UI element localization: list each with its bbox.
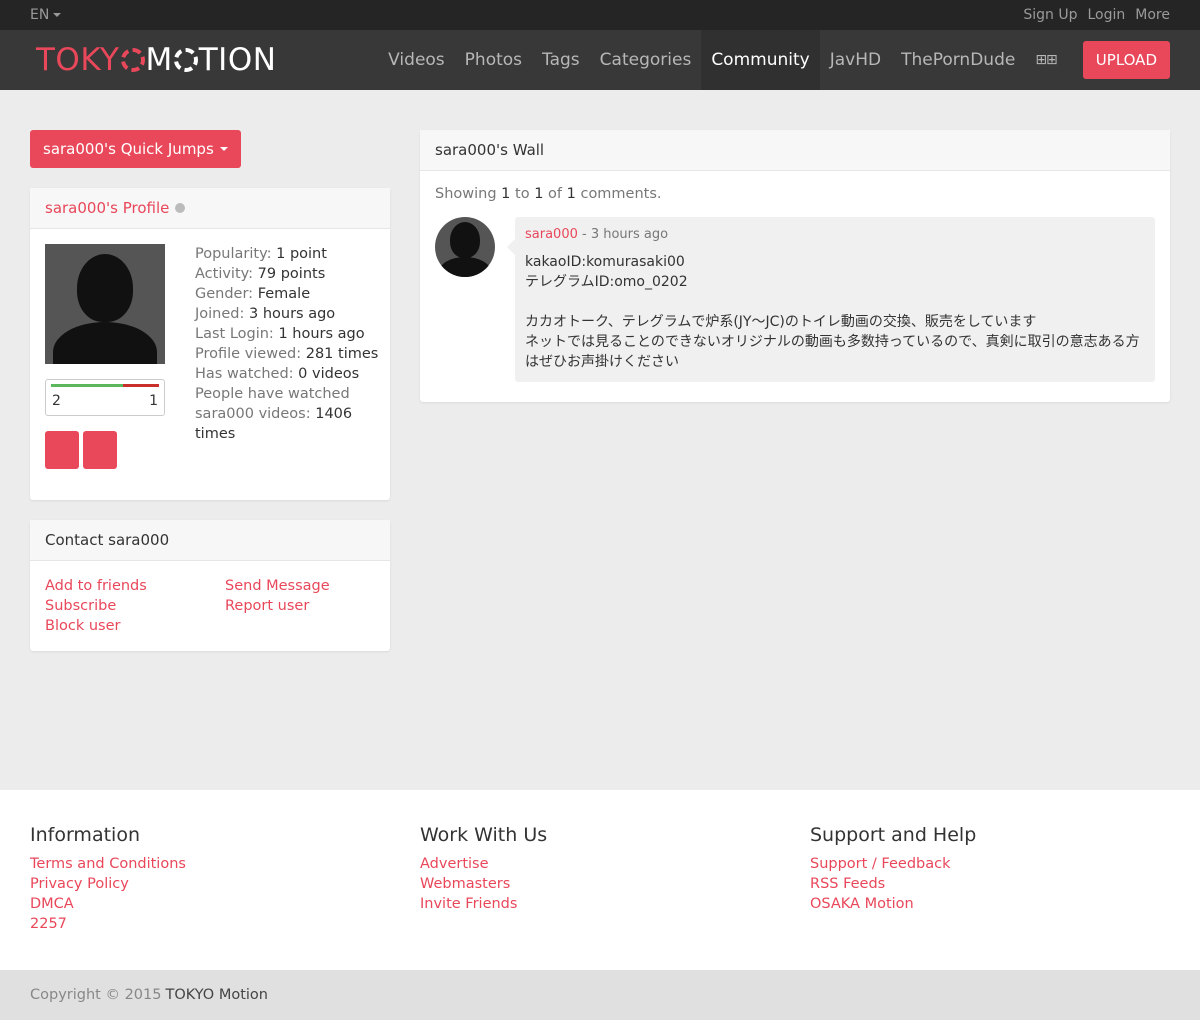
wall-panel: sara000's Wall Showing 1 to 1 of 1 comme… xyxy=(420,130,1170,402)
stat-joined: Joined: 3 hours ago xyxy=(195,306,336,322)
terms-link[interactable]: Terms and Conditions xyxy=(30,854,390,874)
stat-last-login: Last Login: 1 hours ago xyxy=(195,326,365,342)
contact-panel: Contact sara000 Add to friends Send Mess… xyxy=(30,520,390,651)
nav-menu: Videos Photos Tags Categories Community … xyxy=(378,30,1067,90)
dmca-link[interactable]: DMCA xyxy=(30,894,390,914)
comment-author-link[interactable]: sara000 xyxy=(525,227,578,242)
send-message-link[interactable]: Send Message xyxy=(225,576,375,596)
rss-link[interactable]: RSS Feeds xyxy=(810,874,1170,894)
quick-jumps-label: sara000's Quick Jumps xyxy=(43,140,214,158)
vote-up-count: 2 xyxy=(52,393,61,409)
comment-text: kakaoID:komurasaki00 テレグラムID:omo_0202 カカ… xyxy=(525,254,1140,370)
stat-popularity: Popularity: 1 point xyxy=(195,246,327,262)
login-link[interactable]: Login xyxy=(1088,7,1126,23)
nav-tags[interactable]: Tags xyxy=(532,30,590,90)
stat-activity: Activity: 79 points xyxy=(195,266,326,282)
nav-community[interactable]: Community xyxy=(701,30,820,90)
osaka-motion-link[interactable]: OSAKA Motion xyxy=(810,894,1170,914)
footer-heading: Work With Us xyxy=(420,824,548,846)
vote-box: 2 1 xyxy=(45,379,165,416)
thumbs-down-button[interactable]: 1 xyxy=(149,393,158,409)
offline-status-icon xyxy=(175,203,186,213)
invite-friends-link[interactable]: Invite Friends xyxy=(420,894,780,914)
webmasters-link[interactable]: Webmasters xyxy=(420,874,780,894)
copyright-text: Copyright © 2015 xyxy=(30,987,162,1003)
stat-gender: Gender: Female xyxy=(195,286,311,302)
comment-bubble: sara000 - 3 hours ago kakaoID:komurasaki… xyxy=(507,217,1155,382)
signup-link[interactable]: Sign Up xyxy=(1023,7,1077,23)
vote-ratio-bar xyxy=(51,384,159,387)
nav-photos[interactable]: Photos xyxy=(455,30,532,90)
chevron-down-icon xyxy=(53,13,62,17)
nav-javhd[interactable]: JavHD xyxy=(820,30,891,90)
avatar[interactable] xyxy=(45,244,165,364)
logo-text-1: TOKY xyxy=(36,42,120,78)
quick-jumps-button[interactable]: sara000's Quick Jumps xyxy=(30,130,241,168)
footer-heading: Support and Help xyxy=(810,824,977,846)
logo-ring-icon xyxy=(120,48,145,72)
profile-heading-link[interactable]: sara000's Profile xyxy=(45,199,169,217)
block-user-link[interactable]: Block user xyxy=(45,616,225,636)
language-label: EN xyxy=(30,7,50,23)
footer-support: Support and Help Support / Feedback RSS … xyxy=(810,824,1170,914)
privacy-link[interactable]: Privacy Policy xyxy=(30,874,390,894)
logo-ring-icon xyxy=(173,48,198,72)
comment-item: sara000 - 3 hours ago kakaoID:komurasaki… xyxy=(435,217,1155,382)
comment-time: - 3 hours ago xyxy=(577,227,669,242)
chevron-down-icon xyxy=(219,147,228,151)
advertise-link[interactable]: Advertise xyxy=(420,854,780,874)
nav-videos[interactable]: Videos xyxy=(378,30,455,90)
contact-heading: Contact sara000 xyxy=(30,520,390,561)
message-icon-button[interactable] xyxy=(83,431,117,469)
comments-count: Showing 1 to 1 of 1 comments. xyxy=(435,186,662,202)
site-logo[interactable]: TOKY M TION xyxy=(36,42,276,78)
add-to-friends-link[interactable]: Add to friends xyxy=(45,576,225,596)
stat-videos-watched: sara000 videos: 1406 times xyxy=(195,406,353,442)
main-navbar: TOKY M TION Videos Photos Tags Categorie… xyxy=(0,30,1200,90)
upload-button[interactable]: UPLOAD xyxy=(1082,41,1170,79)
copyright: Copyright © 2015 TOKYO Motion xyxy=(0,970,1200,1020)
add-friend-icon-button[interactable] xyxy=(45,431,79,469)
footer: Information Terms and Conditions Privacy… xyxy=(0,790,1200,970)
logo-text-2: M xyxy=(145,42,173,78)
logo-text-3: TION xyxy=(198,42,277,78)
stat-people-watched: People have watched xyxy=(195,386,350,402)
2257-link[interactable]: 2257 xyxy=(30,914,390,934)
wall-heading: sara000's Wall xyxy=(420,130,1170,171)
stat-has-watched: Has watched: 0 videos xyxy=(195,366,360,382)
support-link[interactable]: Support / Feedback xyxy=(810,854,1170,874)
thumbs-up-button[interactable]: 2 xyxy=(52,393,61,409)
stat-profile-viewed: Profile viewed: 281 times xyxy=(195,346,379,362)
profile-panel: sara000's Profile 2 1 Popularity: 1 poin… xyxy=(30,188,390,500)
copyright-brand: TOKYO Motion xyxy=(165,987,268,1003)
vote-down-count: 1 xyxy=(149,393,158,409)
footer-heading: Information xyxy=(30,824,140,846)
subscribe-link[interactable]: Subscribe xyxy=(45,596,225,616)
grid-icon[interactable]: ⊞⊞ xyxy=(1025,30,1066,90)
report-user-link[interactable]: Report user xyxy=(225,596,375,616)
top-bar: EN Sign Up Login More xyxy=(0,0,1200,30)
profile-stats: Popularity: 1 point Activity: 79 points … xyxy=(195,244,390,444)
nav-categories[interactable]: Categories xyxy=(590,30,702,90)
nav-theporndude[interactable]: ThePornDude xyxy=(891,30,1025,90)
footer-work: Work With Us Advertise Webmasters Invite… xyxy=(420,824,780,914)
comment-avatar[interactable] xyxy=(435,217,495,277)
footer-information: Information Terms and Conditions Privacy… xyxy=(30,824,390,934)
more-link[interactable]: More xyxy=(1135,7,1170,23)
language-selector[interactable]: EN xyxy=(30,7,62,23)
